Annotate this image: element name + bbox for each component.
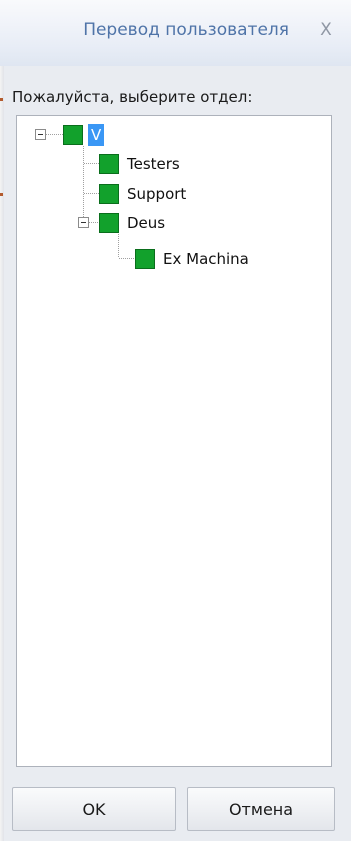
tree-node-support[interactable]: Support (99, 182, 189, 206)
title-bar: Перевод пользователя X (0, 0, 351, 66)
tree-node-label: V (88, 124, 105, 146)
select-department-prompt: Пожалуйста, выберите отдел: (12, 88, 253, 106)
tree-node-root[interactable]: V (63, 123, 105, 147)
dialog-footer: OK Отмена (0, 778, 351, 841)
department-icon (99, 213, 119, 233)
tree-node-label: Support (127, 185, 187, 203)
tree-node-testers[interactable]: Testers (99, 152, 183, 176)
tree-node-ex-machina[interactable]: Ex Machina (135, 247, 252, 271)
department-icon (135, 249, 155, 269)
department-tree[interactable]: V Testers Support Deus Ex Machina (16, 115, 332, 767)
department-icon (63, 125, 83, 145)
close-button[interactable]: X (315, 17, 337, 43)
department-icon (99, 154, 119, 174)
tree-node-label: Deus (127, 214, 166, 232)
dialog-title: Перевод пользователя (83, 20, 289, 40)
tree-node-label: Ex Machina (163, 250, 249, 268)
transfer-user-dialog: Перевод пользователя X Пожалуйста, выбер… (0, 0, 351, 841)
collapse-toggle-deus[interactable] (78, 217, 89, 228)
department-icon (99, 184, 119, 204)
edge-mark (0, 98, 3, 101)
window-edge (0, 0, 4, 841)
ok-button[interactable]: OK (12, 787, 176, 831)
edge-mark (0, 193, 3, 196)
tree-node-deus[interactable]: Deus (99, 211, 168, 235)
tree-node-label: Testers (127, 155, 180, 173)
collapse-toggle-root[interactable] (35, 129, 46, 140)
cancel-button[interactable]: Отмена (187, 787, 335, 831)
